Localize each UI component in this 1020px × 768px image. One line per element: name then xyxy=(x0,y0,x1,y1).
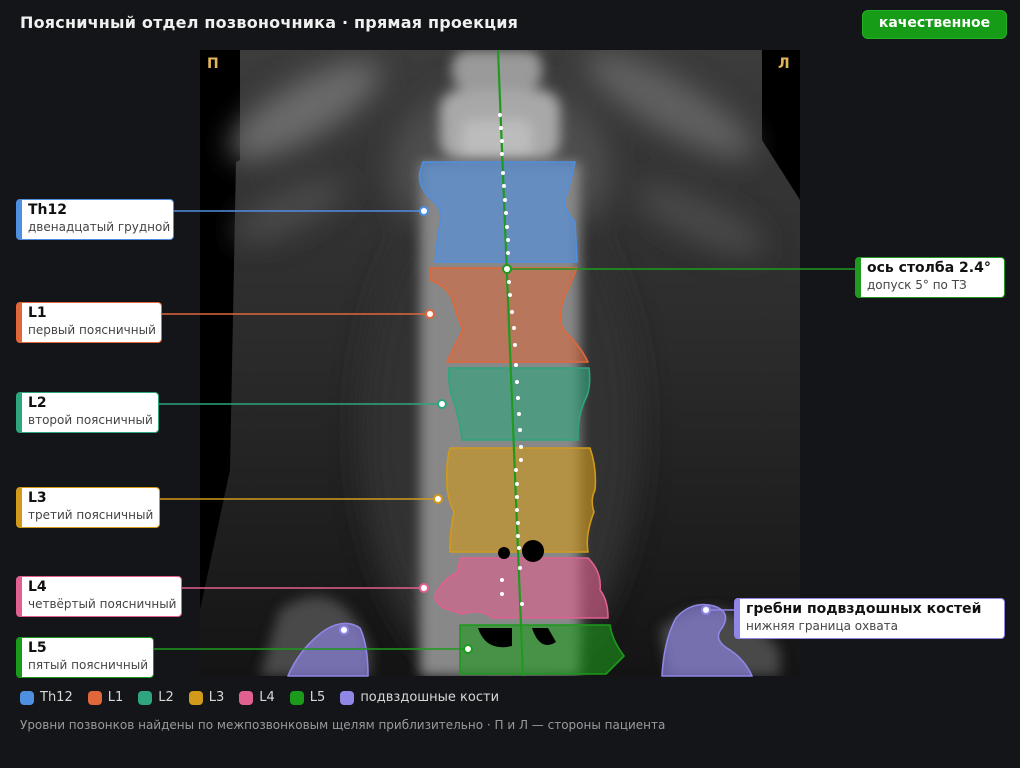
callout-iliac-desc: нижняя граница охвата xyxy=(746,619,899,633)
legend-label: L2 xyxy=(158,690,174,705)
legend-label: подвздошные кости xyxy=(360,690,500,705)
legend-label: L4 xyxy=(259,690,275,705)
l5-anchor xyxy=(463,644,473,654)
legend-swatch xyxy=(340,690,355,705)
iliac-anchor-left xyxy=(701,605,711,615)
callout-l3: L3 третий поясничный xyxy=(16,487,160,528)
legend-swatch xyxy=(289,690,304,705)
legend-swatch xyxy=(188,690,203,705)
callout-l3-name: L3 xyxy=(28,490,47,506)
callout-iliac-crests: гребни подвздошных костей нижняя граница… xyxy=(734,598,1005,639)
callout-th12: Th12 двенадцатый грудной xyxy=(16,199,174,240)
legend-item-l2: L2 xyxy=(138,690,174,705)
callout-iliac-name: гребни подвздошных костей xyxy=(746,601,982,617)
callout-l2: L2 второй поясничный xyxy=(16,392,159,433)
iliac-anchor-right xyxy=(339,625,349,635)
callout-axis-name: ось столба 2.4° xyxy=(867,260,991,276)
vertebra-th12-mask xyxy=(418,161,578,263)
callout-l5-name: L5 xyxy=(28,640,47,656)
legend-swatch xyxy=(138,690,153,705)
callout-l5: L5 пятый поясничный xyxy=(16,637,154,678)
callout-l1-name: L1 xyxy=(28,305,47,321)
callout-l2-desc: второй поясничный xyxy=(28,413,153,427)
legend-label: L1 xyxy=(107,690,124,705)
legend-item-th12: Th12 xyxy=(20,690,73,705)
legend-item-l3: L3 xyxy=(188,690,225,705)
callout-th12-desc: двенадцатый грудной xyxy=(28,220,171,234)
callout-l2-name: L2 xyxy=(28,395,47,411)
legend-swatch xyxy=(239,690,254,705)
legend-item-l5: L5 xyxy=(289,690,326,705)
legend-label: L3 xyxy=(208,690,225,705)
side-marker-right: П xyxy=(207,56,219,72)
legend-swatch xyxy=(20,690,34,705)
callout-th12-name: Th12 xyxy=(28,202,67,218)
callout-l4-name: L4 xyxy=(28,579,47,595)
axis-anchor xyxy=(502,264,512,274)
side-marker-left: Л xyxy=(778,56,790,72)
footnote: Уровни позвонков найдены по межпозвонков… xyxy=(20,718,666,732)
l3-anchor xyxy=(433,494,443,504)
legend-label: L5 xyxy=(309,690,326,705)
legend-item-l4: L4 xyxy=(239,690,275,705)
legend: Th12 L1 L2 L3 L4 L5 подвздошные кости xyxy=(20,690,514,705)
callout-spinal-axis: ось столба 2.4° допуск 5° по ТЗ xyxy=(855,257,1005,298)
l1-anchor xyxy=(425,309,435,319)
l4-anchor xyxy=(419,583,429,593)
callout-l5-desc: пятый поясничный xyxy=(28,658,148,672)
callout-l3-desc: третий поясничный xyxy=(28,508,154,522)
legend-item-iliac: подвздошные кости xyxy=(340,690,499,705)
th12-anchor xyxy=(419,206,429,216)
disc-gap-dark-2 xyxy=(498,547,510,559)
legend-item-l1: L1 xyxy=(87,690,124,705)
disc-gap-dark-1 xyxy=(522,540,544,562)
callout-axis-desc: допуск 5° по ТЗ xyxy=(867,278,967,292)
legend-swatch xyxy=(87,690,102,705)
callout-l1-desc: первый поясничный xyxy=(28,323,156,337)
legend-label: Th12 xyxy=(40,690,73,705)
vertebra-l3-mask xyxy=(446,447,597,553)
callout-l1: L1 первый поясничный xyxy=(16,302,162,343)
l2-anchor xyxy=(437,399,447,409)
callout-l4-desc: четвёртый поясничный xyxy=(28,597,177,611)
callout-l4: L4 четвёртый поясничный xyxy=(16,576,182,617)
